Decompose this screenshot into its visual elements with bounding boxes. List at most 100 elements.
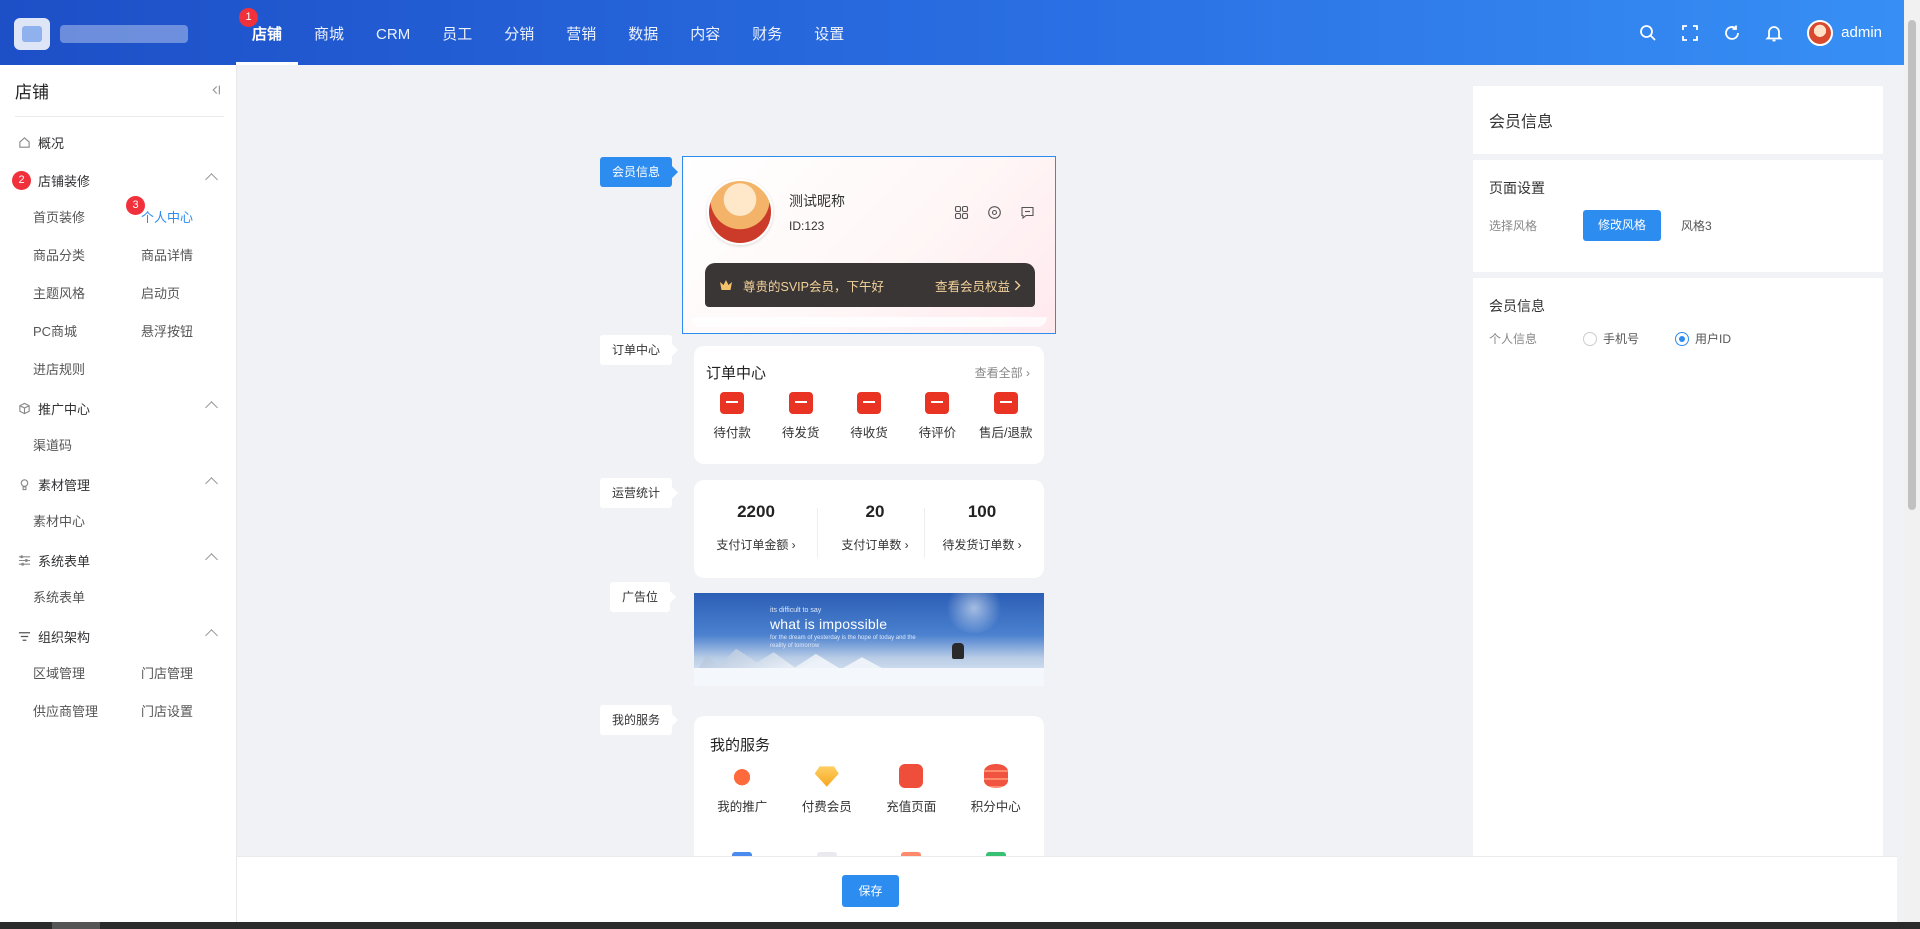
- top-nav-content[interactable]: 内容: [674, 0, 736, 65]
- top-nav-distribution[interactable]: 分销: [488, 0, 550, 65]
- sidebar-group-forms[interactable]: 系统表单: [0, 541, 236, 579]
- top-nav-shop[interactable]: 1 店铺: [236, 0, 299, 65]
- save-bar: 保存: [237, 856, 1897, 922]
- message-icon[interactable]: [1020, 205, 1035, 220]
- sidebar-item-channel-code[interactable]: 渠道码: [33, 427, 141, 465]
- tag-my-services[interactable]: 我的服务: [600, 705, 679, 735]
- top-nav-data[interactable]: 数据: [612, 0, 674, 65]
- wallet-icon: [720, 392, 745, 414]
- sidebar-item-float-button[interactable]: 悬浮按钮: [141, 313, 249, 351]
- tag-member-info[interactable]: 会员信息: [600, 157, 679, 187]
- top-nav-settings[interactable]: 设置: [798, 0, 860, 65]
- top-nav-finance[interactable]: 财务: [736, 0, 798, 65]
- grid-icon[interactable]: [954, 205, 969, 220]
- logo-text-blurred: [60, 25, 188, 43]
- sidebar-item-category[interactable]: 商品分类: [33, 237, 141, 275]
- mobile-preview: 会员信息 订单中心 运营统计 广告位 我的服务 测试昵称 ID:123 尊贵的S…: [250, 80, 1460, 876]
- member-info-module[interactable]: 测试昵称 ID:123 尊贵的SVIP会员，下午好 查看会员权益: [682, 156, 1056, 334]
- sidebar-group-label: 系统表单: [38, 553, 91, 569]
- sidebar-item-supplier[interactable]: 供应商管理: [33, 693, 141, 731]
- tag-order-center[interactable]: 订单中心: [600, 335, 679, 365]
- ad-banner[interactable]: its difficult to say what is impossible …: [694, 593, 1044, 686]
- sidebar-item-pc-mall[interactable]: PC商城: [33, 313, 141, 351]
- service-paid-membership[interactable]: 付费会员: [789, 764, 865, 815]
- top-nav-staff[interactable]: 员工: [426, 0, 488, 65]
- radio-phone[interactable]: 手机号: [1583, 330, 1639, 347]
- tag-operation-stats[interactable]: 运营统计: [600, 478, 679, 508]
- sidebar-item-home-decoration[interactable]: 首页装修: [33, 199, 141, 237]
- sidebar-item-store-settings[interactable]: 门店设置: [141, 693, 249, 731]
- order-status-pending-payment[interactable]: 待付款: [700, 392, 764, 441]
- operation-stats-module[interactable]: 2200 支付订单金额 › 20 支付订单数 › 100 待发货订单数 ›: [694, 480, 1044, 578]
- change-style-button[interactable]: 修改风格: [1583, 210, 1662, 241]
- sidebar-item-material-center[interactable]: 素材中心: [33, 503, 141, 541]
- order-center-module[interactable]: 订单中心 查看全部 › 待付款 待发货 待收货 待评价 售后/退款: [694, 346, 1044, 464]
- bell-icon[interactable]: [1765, 24, 1783, 42]
- sidebar-item-overview[interactable]: 概况: [0, 123, 236, 161]
- personal-info-label: 个人信息: [1489, 332, 1538, 346]
- sidebar-group-materials[interactable]: 素材管理: [0, 465, 236, 503]
- service-points-center[interactable]: 积分中心: [958, 764, 1034, 815]
- top-right-tools: admin: [1639, 0, 1882, 65]
- collapse-sidebar-icon[interactable]: [208, 83, 224, 99]
- preview-canvas: 会员信息 订单中心 运营统计 广告位 我的服务 测试昵称 ID:123 尊贵的S…: [250, 80, 1460, 876]
- page-scrollbar[interactable]: [1904, 0, 1920, 922]
- stat-label: 支付订单数 ›: [841, 538, 909, 552]
- box-icon: [18, 401, 32, 415]
- order-status-pending-receipt[interactable]: 待收货: [837, 392, 901, 441]
- banner-skier: [952, 643, 964, 659]
- sidebar-header: 店铺: [15, 65, 224, 117]
- save-button[interactable]: 保存: [842, 875, 899, 907]
- sidebar-item-label: 概况: [38, 135, 65, 151]
- username: admin: [1841, 24, 1882, 41]
- top-nav-crm[interactable]: CRM: [360, 0, 426, 65]
- sidebar: 店铺 概况 2 店铺装修 首页装修 3 个人中心 商品分类 商品详情 主题风格 …: [0, 65, 237, 922]
- top-nav-marketing[interactable]: 营销: [550, 0, 612, 65]
- order-status-pending-review[interactable]: 待评价: [905, 392, 969, 441]
- view-all-orders-link[interactable]: 查看全部 ›: [975, 364, 1030, 381]
- vip-bar[interactable]: 尊贵的SVIP会员，下午好 查看会员权益: [705, 263, 1035, 307]
- sidebar-group-decoration[interactable]: 2 店铺装修: [0, 161, 236, 199]
- fullscreen-icon[interactable]: [1681, 24, 1699, 42]
- vip-benefits-link[interactable]: 查看会员权益: [935, 276, 1021, 295]
- sidebar-item-store-management[interactable]: 门店管理: [141, 655, 249, 693]
- sidebar-item-region[interactable]: 区域管理: [33, 655, 141, 693]
- scroll-thumb[interactable]: [1908, 20, 1916, 510]
- sidebar-group-organization[interactable]: 组织架构: [0, 617, 236, 655]
- my-services-module[interactable]: 我的服务 我的推广 付费会员 充值页面 积分中心: [694, 716, 1044, 876]
- user-menu[interactable]: admin: [1807, 19, 1882, 46]
- order-status-after-sale[interactable]: 售后/退款: [974, 392, 1038, 441]
- order-status-label: 待收货: [850, 426, 888, 440]
- member-info-title: 会员信息: [1489, 298, 1545, 314]
- settings-header: 会员信息: [1473, 86, 1883, 154]
- service-my-promotion[interactable]: 我的推广: [704, 764, 780, 815]
- settings-header-title: 会员信息: [1489, 114, 1554, 131]
- sidebar-group-promotion[interactable]: 推广中心: [0, 389, 236, 427]
- refresh-icon[interactable]: [1723, 24, 1741, 42]
- radio-circle-checked: [1675, 331, 1690, 346]
- service-label: 我的推广: [717, 800, 768, 814]
- gear-icon[interactable]: [987, 205, 1002, 220]
- sidebar-item-splash[interactable]: 启动页: [141, 275, 249, 313]
- filter-icon: [18, 629, 32, 643]
- service-recharge[interactable]: 充值页面: [873, 764, 949, 815]
- services-list: 我的推广 付费会员 充值页面 积分中心: [694, 764, 1044, 815]
- sidebar-item-personal-center[interactable]: 3 个人中心: [126, 196, 249, 237]
- top-nav-mall[interactable]: 商城: [298, 0, 360, 65]
- stat-paid-orders[interactable]: 20 支付订单数 ›: [817, 502, 933, 553]
- sidebar-item-entry-rules[interactable]: 进店规则: [33, 351, 141, 389]
- radio-user-id[interactable]: 用户ID: [1675, 330, 1731, 347]
- stat-pending-shipment-orders[interactable]: 100 待发货订单数 ›: [924, 502, 1040, 553]
- tag-ad-slot[interactable]: 广告位: [610, 582, 677, 612]
- sidebar-item-product-detail[interactable]: 商品详情: [141, 237, 249, 275]
- sidebar-item-theme[interactable]: 主题风格: [33, 275, 141, 313]
- stat-paid-amount[interactable]: 2200 支付订单金额 ›: [698, 502, 814, 553]
- vip-greeting: 尊贵的SVIP会员，下午好: [743, 279, 884, 294]
- sidebar-item-system-forms[interactable]: 系统表单: [33, 579, 141, 617]
- logo[interactable]: [14, 18, 190, 50]
- order-status-pending-shipment[interactable]: 待发货: [769, 392, 833, 441]
- step-badge-3: 3: [126, 196, 145, 215]
- sidebar-group-label: 组织架构: [38, 629, 91, 645]
- search-icon[interactable]: [1639, 24, 1657, 42]
- comment-icon: [925, 392, 950, 414]
